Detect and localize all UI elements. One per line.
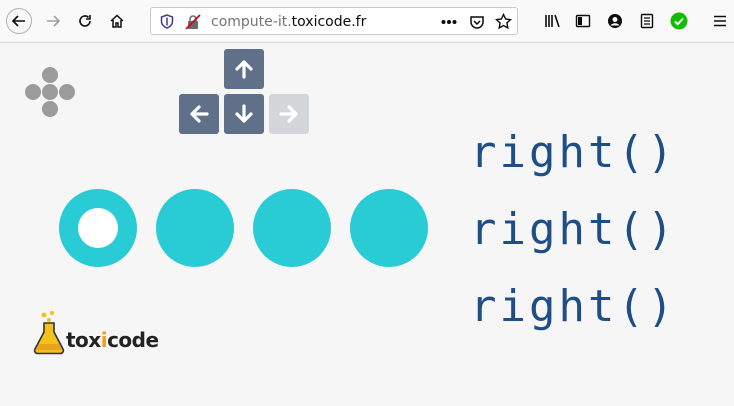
library-icon	[545, 14, 560, 28]
menu-dot	[42, 84, 58, 100]
toxicode-logo[interactable]: toxicode	[32, 310, 162, 356]
grid-cell	[59, 189, 137, 267]
arrow-down-icon	[235, 104, 253, 123]
pocket-icon[interactable]	[469, 14, 485, 30]
logo-text-end: code	[107, 328, 159, 352]
sidebar-button[interactable]	[570, 8, 596, 34]
code-line: right()	[470, 281, 677, 332]
page-actions-icon[interactable]	[441, 19, 457, 25]
menu-button[interactable]	[707, 8, 733, 34]
right-key[interactable]	[269, 94, 309, 134]
forward-button[interactable]	[40, 8, 66, 34]
hamburger-icon	[714, 15, 726, 27]
arrow-right-icon	[47, 15, 61, 27]
reload-button[interactable]	[72, 8, 98, 34]
grid-cell	[253, 189, 331, 267]
insecure-lock-icon[interactable]	[185, 14, 201, 30]
check-extension-icon	[670, 12, 688, 30]
reader-button[interactable]	[634, 8, 660, 34]
logo-text: toxicode	[66, 328, 159, 352]
url-prefix: compute-it.	[211, 14, 292, 30]
extension-button[interactable]	[666, 8, 692, 34]
down-key[interactable]	[224, 94, 264, 134]
account-button[interactable]	[602, 8, 628, 34]
home-icon	[110, 14, 124, 28]
browser-toolbar: compute-it.toxicode.fr	[0, 0, 734, 43]
left-key[interactable]	[179, 94, 219, 134]
menu-dots-icon[interactable]	[25, 67, 77, 119]
flask-icon	[33, 311, 65, 355]
library-button[interactable]	[540, 8, 566, 34]
notes-icon	[640, 13, 654, 29]
menu-dot	[42, 101, 58, 117]
arrow-left-icon	[190, 105, 209, 123]
bookmark-star-icon[interactable]	[495, 13, 512, 30]
arrow-left-icon	[11, 15, 25, 27]
account-icon	[608, 14, 622, 28]
url-text[interactable]: compute-it.toxicode.fr	[211, 14, 366, 30]
logo-text-start: tox	[66, 328, 101, 352]
up-key[interactable]	[224, 49, 264, 89]
arrow-right-icon	[279, 105, 298, 123]
back-button[interactable]	[6, 8, 32, 34]
robot-marker	[78, 208, 118, 248]
arrow-up-icon	[235, 60, 253, 79]
code-line: right()	[470, 204, 677, 255]
sidebar-icon	[575, 14, 591, 28]
grid-cell	[156, 189, 234, 267]
menu-dot	[25, 84, 41, 100]
url-domain: toxicode.fr	[291, 14, 367, 30]
menu-dot	[42, 67, 58, 83]
menu-dot	[59, 84, 75, 100]
url-bar[interactable]: compute-it.toxicode.fr	[150, 7, 518, 35]
home-button[interactable]	[104, 8, 130, 34]
tracking-protection-icon[interactable]	[160, 14, 174, 29]
code-line: right()	[470, 127, 677, 178]
grid-cell	[350, 189, 428, 267]
reload-icon	[79, 15, 91, 27]
